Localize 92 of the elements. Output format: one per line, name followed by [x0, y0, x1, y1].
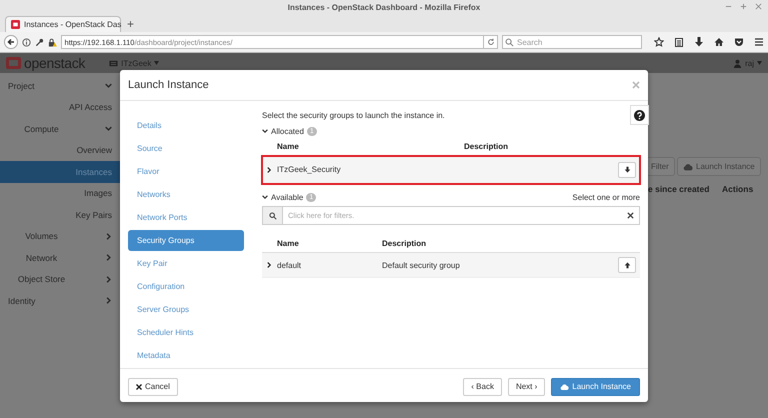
reload-button[interactable] — [484, 35, 498, 49]
chevron-right-icon — [105, 254, 112, 262]
clear-icon[interactable] — [627, 212, 634, 219]
search-icon — [268, 212, 276, 220]
back-button[interactable] — [4, 35, 18, 49]
logo-icon — [6, 57, 21, 69]
column-header: e since created — [648, 184, 710, 194]
dialog-title: Launch Instance — [128, 79, 209, 91]
expand-icon — [266, 262, 272, 268]
user-icon — [733, 58, 742, 68]
column-header: Name — [277, 239, 300, 248]
next-button[interactable]: Next › — [508, 378, 546, 396]
launch-instance-button[interactable]: Launch Instance — [677, 157, 761, 176]
add-button[interactable] — [618, 257, 636, 273]
table-row[interactable]: ITzGeek_Security — [262, 156, 640, 184]
table-row[interactable]: default Default security group — [262, 253, 640, 278]
section-label[interactable]: Allocated — [271, 126, 304, 136]
table-cell-text: default — [277, 260, 302, 270]
wizard-step[interactable]: Source — [128, 138, 244, 159]
chevron-right-icon — [105, 276, 112, 283]
search-addon[interactable] — [262, 206, 283, 225]
caret-icon — [154, 61, 160, 65]
arrow-up-icon — [624, 262, 630, 268]
collapse-icon — [262, 194, 268, 200]
arrow-down-icon — [624, 166, 630, 173]
sidebar-group[interactable]: Compute — [0, 118, 120, 140]
column-header: Actions — [722, 184, 754, 194]
cancel-button[interactable]: Cancel — [128, 378, 178, 396]
sidebar-group[interactable]: Identity — [0, 290, 120, 312]
reload-icon — [486, 38, 495, 46]
wizard-step[interactable]: Details — [128, 115, 244, 136]
key-icon[interactable] — [34, 38, 44, 46]
column-header: Description — [464, 142, 508, 151]
new-tab-button[interactable]: + — [127, 17, 134, 32]
wizard-step[interactable]: Network Ports — [128, 207, 244, 228]
sidebar-group[interactable]: Object Store — [0, 268, 120, 290]
expand-icon — [266, 166, 272, 172]
hint-text: Select one or more — [572, 192, 640, 202]
filter-button[interactable]: Filter — [645, 157, 675, 176]
cloud-upload-icon — [560, 382, 570, 390]
download-icon[interactable] — [694, 37, 704, 47]
wizard-step[interactable]: Flavor — [128, 161, 244, 182]
menu-icon[interactable] — [754, 37, 764, 47]
table-cell-text: ITzGeek_Security — [277, 165, 342, 174]
sidebar-item[interactable]: Images — [0, 182, 120, 204]
chevron-down-icon — [105, 125, 112, 132]
chevron-right-icon — [104, 232, 112, 240]
remove-button[interactable] — [618, 162, 636, 178]
pocket-icon[interactable] — [734, 37, 744, 47]
search-icon — [505, 38, 514, 46]
wizard-step[interactable]: Networks — [128, 184, 244, 205]
column-header: Name — [277, 142, 300, 151]
sidebar-group[interactable]: Project — [0, 75, 120, 96]
sidebar-item[interactable]: API Access — [0, 96, 120, 118]
section-label[interactable]: Available — [271, 192, 304, 202]
close-icon — [136, 384, 142, 390]
sidebar-group[interactable]: Network — [0, 247, 120, 268]
intro-text: Select the security groups to launch the instance in. — [262, 111, 446, 122]
wizard-step[interactable]: Configuration — [128, 276, 244, 297]
cloud-upload-icon — [683, 162, 693, 170]
wizard-step[interactable]: Key Pair — [128, 253, 244, 274]
clipboard-icon[interactable] — [674, 37, 684, 47]
back-button[interactable]: ‹ Back — [463, 378, 502, 396]
chevron-right-icon — [105, 297, 112, 304]
chevron-down-icon — [105, 82, 112, 90]
lock-warning-icon[interactable] — [48, 38, 57, 46]
table-cell: Default security group — [382, 260, 460, 270]
wizard-step[interactable]: Security Groups — [128, 230, 244, 251]
help-icon — [634, 110, 645, 120]
help-button[interactable] — [630, 105, 649, 125]
sidebar-group[interactable]: Volumes — [0, 226, 120, 247]
window-title: Instances - OpenStack Dashboard - Mozilla Firefox — [288, 2, 480, 12]
sidebar-item[interactable]: Overview — [0, 140, 120, 161]
column-header: Description — [382, 239, 426, 248]
home-icon[interactable] — [714, 37, 724, 47]
sidebar-item[interactable]: Instances — [0, 161, 120, 182]
browser-tab[interactable]: Instances - OpenStack Das — [5, 16, 121, 32]
project-icon — [109, 58, 118, 68]
info-icon[interactable] — [22, 38, 31, 46]
sidebar-item[interactable]: Key Pairs — [0, 204, 120, 226]
wizard-step[interactable]: Scheduler Hints — [128, 322, 244, 343]
close-icon[interactable] — [755, 3, 762, 10]
search-field[interactable]: Search — [502, 35, 642, 49]
launch-instance-button[interactable]: Launch Instance — [551, 378, 640, 396]
favicon-icon — [11, 20, 20, 29]
arrow-left-icon — [6, 38, 15, 46]
collapse-icon — [262, 128, 268, 134]
star-icon[interactable] — [654, 37, 664, 47]
wizard-step[interactable]: Server Groups — [128, 299, 244, 320]
caret-icon — [757, 61, 762, 65]
wizard-step[interactable]: Metadata — [128, 345, 244, 366]
maximize-icon[interactable] — [740, 3, 747, 10]
